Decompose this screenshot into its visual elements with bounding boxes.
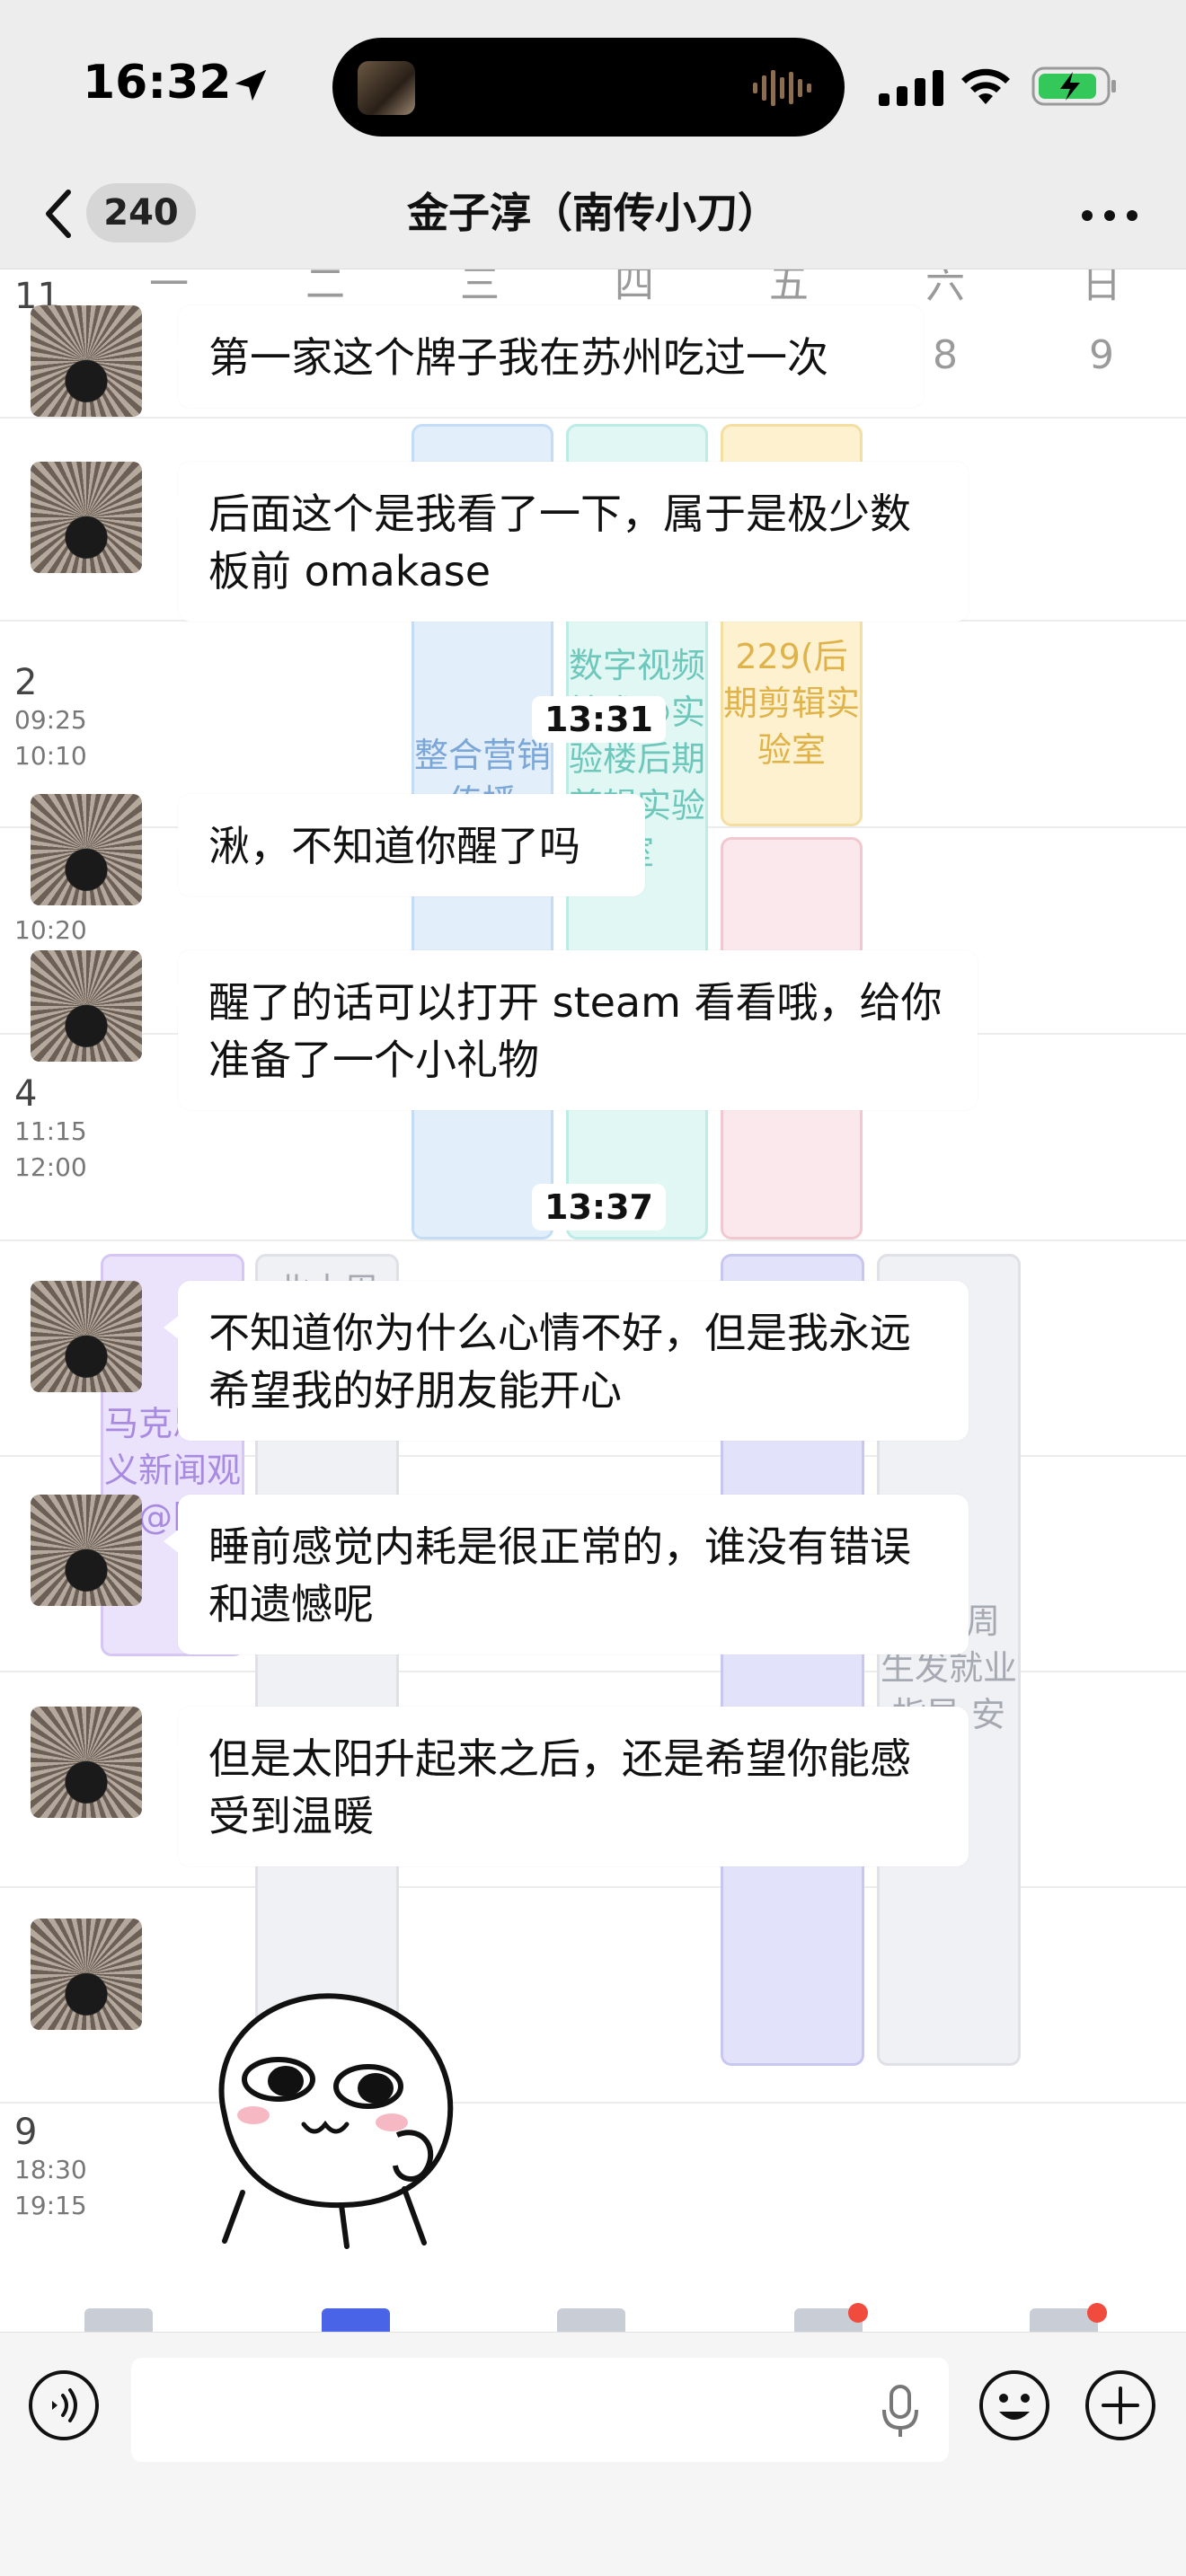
period-label: 10:20 — [14, 915, 87, 945]
chat-title: 金子淳（南传小刀） — [407, 189, 779, 237]
message-bubble[interactable]: 醒了的话可以打开 steam 看看哦，给你准备了一个小礼物 — [164, 950, 978, 1110]
contact-avatar[interactable] — [31, 794, 142, 905]
thinking-face-sticker-icon[interactable] — [189, 1981, 476, 2250]
message-input[interactable] — [131, 2358, 949, 2462]
contact-avatar[interactable] — [31, 1281, 142, 1392]
microphone-icon[interactable] — [881, 2383, 920, 2440]
grid-line — [0, 417, 1186, 419]
message-bubble[interactable]: 湫，不知道你醒了吗 — [164, 794, 645, 896]
grid-line — [0, 2102, 1186, 2104]
status-bar: 16:32 — [0, 0, 1186, 171]
contact-avatar[interactable] — [31, 305, 142, 417]
contact-avatar[interactable] — [31, 1707, 142, 1818]
period-label: 9 18:30 19:15 — [14, 2112, 87, 2220]
contact-avatar[interactable] — [31, 462, 142, 573]
message-bubble[interactable]: 睡前感觉内耗是很正常的，谁没有错误和遗憾呢 — [164, 1495, 969, 1654]
location-arrow-icon — [235, 69, 267, 101]
period-label: 2 09:25 10:10 — [14, 662, 87, 771]
grid-line — [0, 1239, 1186, 1241]
chat-header: 240 金子淳（南传小刀） — [0, 171, 1186, 269]
contact-avatar[interactable] — [31, 1495, 142, 1606]
input-bar — [0, 2332, 1186, 2576]
notification-dot — [848, 2303, 868, 2323]
date-label: 8 — [933, 332, 958, 378]
emoji-icon[interactable] — [978, 2369, 1051, 2442]
plus-circle-icon[interactable] — [1084, 2369, 1157, 2442]
message-bubble[interactable]: 第一家这个牌子我在苏州吃过一次 — [164, 305, 924, 408]
audio-waveform-icon — [753, 70, 811, 106]
cellular-signal-icon — [879, 70, 943, 106]
notification-dot — [1087, 2303, 1107, 2323]
more-dots-icon[interactable] — [1078, 207, 1141, 225]
message-timestamp: 13:31 — [532, 696, 666, 743]
period-label: 4 11:15 12:00 — [14, 1073, 87, 1182]
unread-count-badge[interactable]: 240 — [86, 183, 196, 243]
message-bubble[interactable]: 后面这个是我看了一下，属于是极少数板前 omakase — [164, 462, 969, 622]
status-time: 16:32 — [83, 56, 232, 110]
chevron-left-icon[interactable] — [40, 185, 75, 243]
wifi-icon — [961, 68, 1010, 104]
message-bubble[interactable]: 不知道你为什么心情不好，但是我永远希望我的好朋友能开心 — [164, 1281, 969, 1441]
message-bubble[interactable]: 但是太阳升起来之后，还是希望你能感受到温暖 — [164, 1707, 969, 1866]
date-label: 9 — [1089, 332, 1114, 378]
voice-mode-icon[interactable] — [27, 2369, 101, 2442]
contact-avatar[interactable] — [31, 950, 142, 1062]
dynamic-island[interactable] — [332, 38, 845, 137]
album-art — [358, 61, 415, 115]
contact-avatar[interactable] — [31, 1919, 142, 2030]
message-timestamp: 13:37 — [532, 1184, 666, 1231]
battery-charging-icon — [1031, 66, 1116, 106]
